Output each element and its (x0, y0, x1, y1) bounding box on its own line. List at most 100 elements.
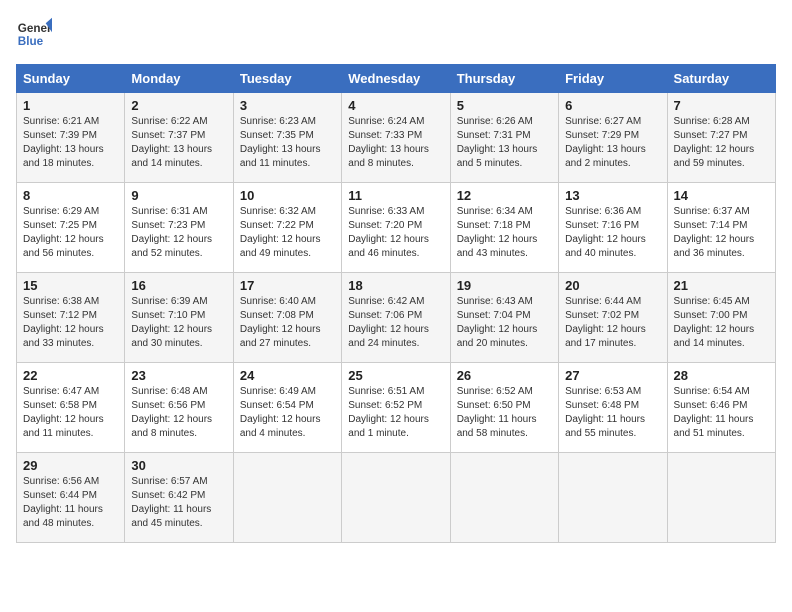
calendar-cell (342, 453, 450, 543)
weekday-header-saturday: Saturday (667, 65, 775, 93)
weekday-header-friday: Friday (559, 65, 667, 93)
day-number: 24 (240, 368, 335, 383)
calendar-cell: 17 Sunrise: 6:40 AMSunset: 7:08 PMDayligh… (233, 273, 341, 363)
calendar-cell: 30 Sunrise: 6:57 AMSunset: 6:42 PMDayligh… (125, 453, 233, 543)
day-number: 13 (565, 188, 660, 203)
logo-icon: General Blue (16, 16, 52, 52)
day-number: 21 (674, 278, 769, 293)
day-info: Sunrise: 6:33 AMSunset: 7:20 PMDaylight:… (348, 205, 443, 261)
calendar-cell: 27 Sunrise: 6:53 AMSunset: 6:48 PMDayligh… (559, 363, 667, 453)
day-number: 30 (131, 458, 226, 473)
day-info: Sunrise: 6:40 AMSunset: 7:08 PMDaylight:… (240, 295, 335, 351)
weekday-header-wednesday: Wednesday (342, 65, 450, 93)
calendar-cell: 14 Sunrise: 6:37 AMSunset: 7:14 PMDayligh… (667, 183, 775, 273)
calendar-cell (450, 453, 558, 543)
calendar-cell: 15Sunrise: 6:38 AMSunset: 7:12 PMDayligh… (17, 273, 125, 363)
day-info: Sunrise: 6:23 AMSunset: 7:35 PMDaylight:… (240, 115, 335, 171)
day-info: Sunrise: 6:27 AMSunset: 7:29 PMDaylight:… (565, 115, 660, 171)
day-number: 12 (457, 188, 552, 203)
day-info: Sunrise: 6:51 AMSunset: 6:52 PMDaylight:… (348, 385, 443, 441)
calendar-cell (667, 453, 775, 543)
day-info: Sunrise: 6:42 AMSunset: 7:06 PMDaylight:… (348, 295, 443, 351)
calendar-cell (233, 453, 341, 543)
day-number: 15 (23, 278, 118, 293)
calendar-cell: 8 Sunrise: 6:29 AMSunset: 7:25 PMDaylight… (17, 183, 125, 273)
calendar-cell: 4 Sunrise: 6:24 AMSunset: 7:33 PMDaylight… (342, 93, 450, 183)
day-number: 23 (131, 368, 226, 383)
calendar-cell: 9Sunrise: 6:31 AMSunset: 7:23 PMDaylight… (125, 183, 233, 273)
day-info: Sunrise: 6:48 AMSunset: 6:56 PMDaylight:… (131, 385, 226, 441)
calendar-cell: 21 Sunrise: 6:45 AMSunset: 7:00 PMDayligh… (667, 273, 775, 363)
calendar-cell: 26 Sunrise: 6:52 AMSunset: 6:50 PMDayligh… (450, 363, 558, 453)
day-info: Sunrise: 6:28 AMSunset: 7:27 PMDaylight:… (674, 115, 769, 171)
calendar-cell: 6 Sunrise: 6:27 AMSunset: 7:29 PMDaylight… (559, 93, 667, 183)
day-number: 18 (348, 278, 443, 293)
weekday-header-monday: Monday (125, 65, 233, 93)
day-info: Sunrise: 6:37 AMSunset: 7:14 PMDaylight:… (674, 205, 769, 261)
day-number: 27 (565, 368, 660, 383)
day-number: 22 (23, 368, 118, 383)
day-number: 7 (674, 98, 769, 113)
day-number: 25 (348, 368, 443, 383)
day-number: 16 (131, 278, 226, 293)
day-number: 3 (240, 98, 335, 113)
calendar-cell: 18 Sunrise: 6:42 AMSunset: 7:06 PMDayligh… (342, 273, 450, 363)
day-info: Sunrise: 6:26 AMSunset: 7:31 PMDaylight:… (457, 115, 552, 171)
calendar-cell: 13 Sunrise: 6:36 AMSunset: 7:16 PMDayligh… (559, 183, 667, 273)
calendar-cell (559, 453, 667, 543)
calendar-cell: 25 Sunrise: 6:51 AMSunset: 6:52 PMDayligh… (342, 363, 450, 453)
svg-text:Blue: Blue (18, 35, 44, 48)
day-info: Sunrise: 6:29 AMSunset: 7:25 PMDaylight:… (23, 205, 118, 261)
logo: General Blue (16, 16, 52, 52)
calendar-cell: 20 Sunrise: 6:44 AMSunset: 7:02 PMDayligh… (559, 273, 667, 363)
day-info: Sunrise: 6:39 AMSunset: 7:10 PMDaylight:… (131, 295, 226, 351)
day-info: Sunrise: 6:32 AMSunset: 7:22 PMDaylight:… (240, 205, 335, 261)
calendar-cell: 16 Sunrise: 6:39 AMSunset: 7:10 PMDayligh… (125, 273, 233, 363)
day-number: 14 (674, 188, 769, 203)
day-number: 2 (131, 98, 226, 113)
day-info: Sunrise: 6:24 AMSunset: 7:33 PMDaylight:… (348, 115, 443, 171)
day-info: Sunrise: 6:56 AMSunset: 6:44 PMDaylight:… (23, 475, 118, 531)
day-number: 1 (23, 98, 118, 113)
day-info: Sunrise: 6:52 AMSunset: 6:50 PMDaylight:… (457, 385, 552, 441)
calendar-table: SundayMondayTuesdayWednesdayThursdayFrid… (16, 64, 776, 543)
calendar-cell: 1 Sunrise: 6:21 AMSunset: 7:39 PMDaylight… (17, 93, 125, 183)
day-number: 8 (23, 188, 118, 203)
calendar-cell: 3 Sunrise: 6:23 AMSunset: 7:35 PMDaylight… (233, 93, 341, 183)
day-number: 29 (23, 458, 118, 473)
day-number: 19 (457, 278, 552, 293)
day-info: Sunrise: 6:57 AMSunset: 6:42 PMDaylight:… (131, 475, 226, 531)
day-info: Sunrise: 6:45 AMSunset: 7:00 PMDaylight:… (674, 295, 769, 351)
day-number: 20 (565, 278, 660, 293)
day-number: 17 (240, 278, 335, 293)
calendar-cell: 24 Sunrise: 6:49 AMSunset: 6:54 PMDayligh… (233, 363, 341, 453)
page-header: General Blue (16, 16, 776, 52)
day-info: Sunrise: 6:34 AMSunset: 7:18 PMDaylight:… (457, 205, 552, 261)
day-number: 5 (457, 98, 552, 113)
calendar-cell: 5 Sunrise: 6:26 AMSunset: 7:31 PMDaylight… (450, 93, 558, 183)
day-info: Sunrise: 6:36 AMSunset: 7:16 PMDaylight:… (565, 205, 660, 261)
day-info: Sunrise: 6:49 AMSunset: 6:54 PMDaylight:… (240, 385, 335, 441)
day-info: Sunrise: 6:44 AMSunset: 7:02 PMDaylight:… (565, 295, 660, 351)
calendar-cell: 11 Sunrise: 6:33 AMSunset: 7:20 PMDayligh… (342, 183, 450, 273)
calendar-cell: 7 Sunrise: 6:28 AMSunset: 7:27 PMDaylight… (667, 93, 775, 183)
day-number: 26 (457, 368, 552, 383)
day-info: Sunrise: 6:21 AMSunset: 7:39 PMDaylight:… (23, 115, 118, 171)
day-number: 10 (240, 188, 335, 203)
day-number: 11 (348, 188, 443, 203)
day-info: Sunrise: 6:54 AMSunset: 6:46 PMDaylight:… (674, 385, 769, 441)
weekday-header-thursday: Thursday (450, 65, 558, 93)
weekday-header-sunday: Sunday (17, 65, 125, 93)
calendar-cell: 19 Sunrise: 6:43 AMSunset: 7:04 PMDayligh… (450, 273, 558, 363)
calendar-cell: 12 Sunrise: 6:34 AMSunset: 7:18 PMDayligh… (450, 183, 558, 273)
day-number: 4 (348, 98, 443, 113)
day-info: Sunrise: 6:53 AMSunset: 6:48 PMDaylight:… (565, 385, 660, 441)
day-number: 6 (565, 98, 660, 113)
calendar-cell: 10 Sunrise: 6:32 AMSunset: 7:22 PMDayligh… (233, 183, 341, 273)
day-number: 9 (131, 188, 226, 203)
calendar-cell: 23 Sunrise: 6:48 AMSunset: 6:56 PMDayligh… (125, 363, 233, 453)
day-info: Sunrise: 6:22 AMSunset: 7:37 PMDaylight:… (131, 115, 226, 171)
calendar-cell: 28Sunrise: 6:54 AMSunset: 6:46 PMDayligh… (667, 363, 775, 453)
day-info: Sunrise: 6:43 AMSunset: 7:04 PMDaylight:… (457, 295, 552, 351)
weekday-header-tuesday: Tuesday (233, 65, 341, 93)
